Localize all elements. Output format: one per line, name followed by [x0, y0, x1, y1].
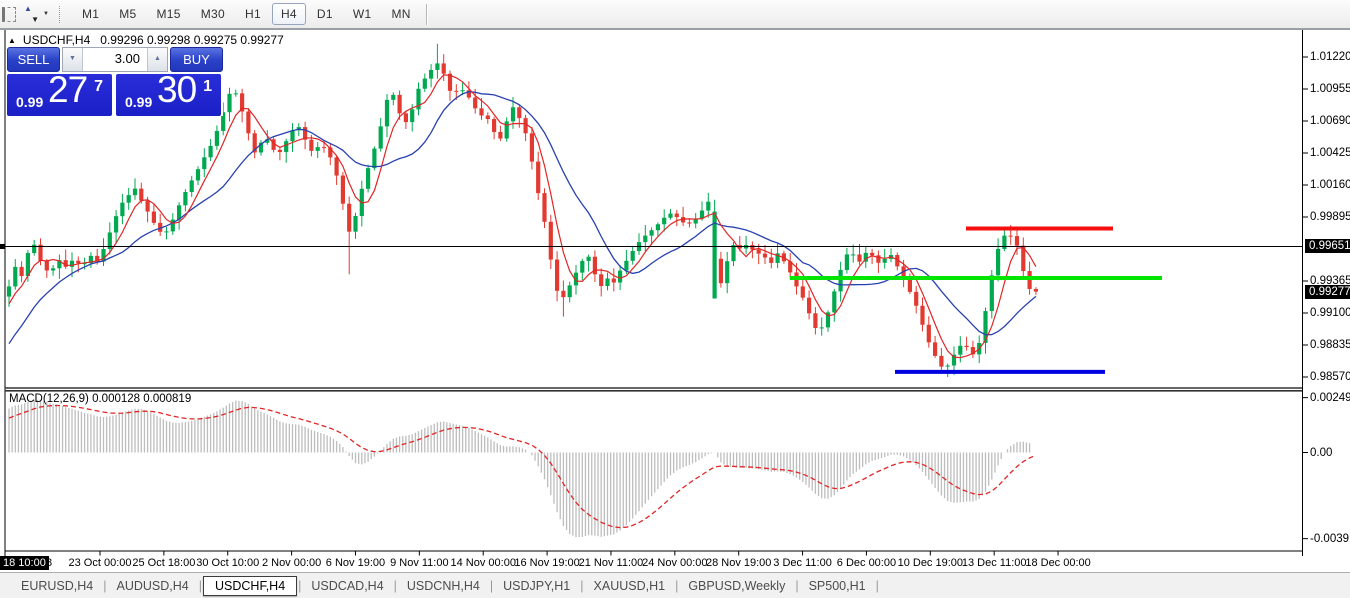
trade-price-row: 0.99 27 7 0.99 30 1	[7, 74, 223, 116]
tab-usdjpy-h1[interactable]: USDJPY,H1	[494, 577, 579, 595]
tab-audusd-h4[interactable]: AUDUSD,H4	[108, 577, 198, 595]
collapse-arrow-icon[interactable]: ▲	[8, 36, 16, 45]
tab-eurusd-h4[interactable]: EURUSD,H4	[12, 577, 102, 595]
up-arrow-icon: ▲	[24, 4, 32, 13]
buy-price-pip: 1	[203, 78, 212, 96]
timeframe-button-m30[interactable]: M30	[192, 3, 234, 25]
sort-arrows-icon[interactable]: ▲ ▼	[24, 7, 39, 22]
buy-price-box[interactable]: 0.99 30 1	[116, 74, 221, 116]
timeframe-button-m1[interactable]: M1	[73, 3, 108, 25]
toolbar-grip	[59, 6, 64, 23]
chart-shift-icon[interactable]	[2, 7, 16, 22]
tab-separator: |	[103, 579, 106, 593]
mt4-window: ▲ ▼ ▼ M1M5M15M30H1H4D1W1MN ▲ USDCHF,H4 0…	[0, 0, 1350, 598]
buy-price-main: 30	[157, 74, 196, 111]
sell-price-prefix: 0.99	[16, 94, 43, 110]
down-arrow-icon: ▼	[31, 15, 39, 24]
timeframe-button-mn[interactable]: MN	[382, 3, 419, 25]
tab-separator: |	[876, 579, 879, 593]
volume-stepper: ▼ 3.00 ▲	[62, 47, 168, 72]
tab-separator: |	[490, 579, 493, 593]
timeframe-button-h4[interactable]: H4	[272, 3, 306, 25]
volume-input[interactable]: 3.00	[83, 48, 147, 71]
tab-usdcad-h4[interactable]: USDCAD,H4	[302, 577, 392, 595]
sell-price-box[interactable]: 0.99 27 7	[7, 74, 112, 116]
quote-ohlc: 0.99296 0.99298 0.99275 0.99277	[100, 33, 284, 47]
timeframe-button-m15[interactable]: M15	[148, 3, 190, 25]
sell-price-main: 27	[48, 74, 87, 111]
quote-bar: ▲ USDCHF,H4 0.99296 0.99298 0.99275 0.99…	[8, 33, 290, 47]
toolbar-separator	[426, 4, 427, 25]
tab-separator: |	[795, 579, 798, 593]
sell-button[interactable]: SELL	[7, 47, 60, 72]
tab-xauusd-h1[interactable]: XAUUSD,H1	[585, 577, 675, 595]
toolbar: ▲ ▼ ▼ M1M5M15M30H1H4D1W1MN	[0, 0, 1350, 29]
tab-separator: |	[394, 579, 397, 593]
chart-tab-bar: EURUSD,H4|AUDUSD,H4|USDCHF,H4|USDCAD,H4|…	[0, 572, 1350, 598]
quote-symbol: USDCHF,H4	[23, 33, 90, 47]
volume-increase-button[interactable]: ▲	[147, 48, 167, 71]
tab-separator: |	[199, 579, 202, 593]
tab-usdcnh-h4[interactable]: USDCNH,H4	[398, 577, 489, 595]
buy-button[interactable]: BUY	[170, 47, 223, 72]
tab-separator: |	[580, 579, 583, 593]
timeframe-button-m5[interactable]: M5	[110, 3, 145, 25]
sell-price-pip: 7	[94, 78, 103, 96]
indicator-label: MACD(12,26,9) 0.000128 0.000819	[9, 393, 191, 405]
one-click-trading-panel: SELL ▼ 3.00 ▲ BUY 0.99 27 7 0.99 30 1	[7, 47, 223, 116]
tab-usdchf-h4[interactable]: USDCHF,H4	[203, 576, 297, 596]
timeframe-button-d1[interactable]: D1	[308, 3, 342, 25]
tab-separator: |	[675, 579, 678, 593]
volume-decrease-button[interactable]: ▼	[63, 48, 83, 71]
timeframe-button-w1[interactable]: W1	[344, 3, 381, 25]
timeframe-button-h1[interactable]: H1	[236, 3, 270, 25]
tab-gbpusd-weekly[interactable]: GBPUSD,Weekly	[679, 577, 794, 595]
trade-buttons-row: SELL ▼ 3.00 ▲ BUY	[7, 47, 223, 72]
buy-price-prefix: 0.99	[125, 94, 152, 110]
tab-sp500-h1[interactable]: SP500,H1	[800, 577, 875, 595]
tab-separator: |	[298, 579, 301, 593]
dropdown-caret-icon[interactable]: ▼	[43, 11, 49, 17]
timeframe-group: M1M5M15M30H1H4D1W1MN	[72, 3, 421, 25]
